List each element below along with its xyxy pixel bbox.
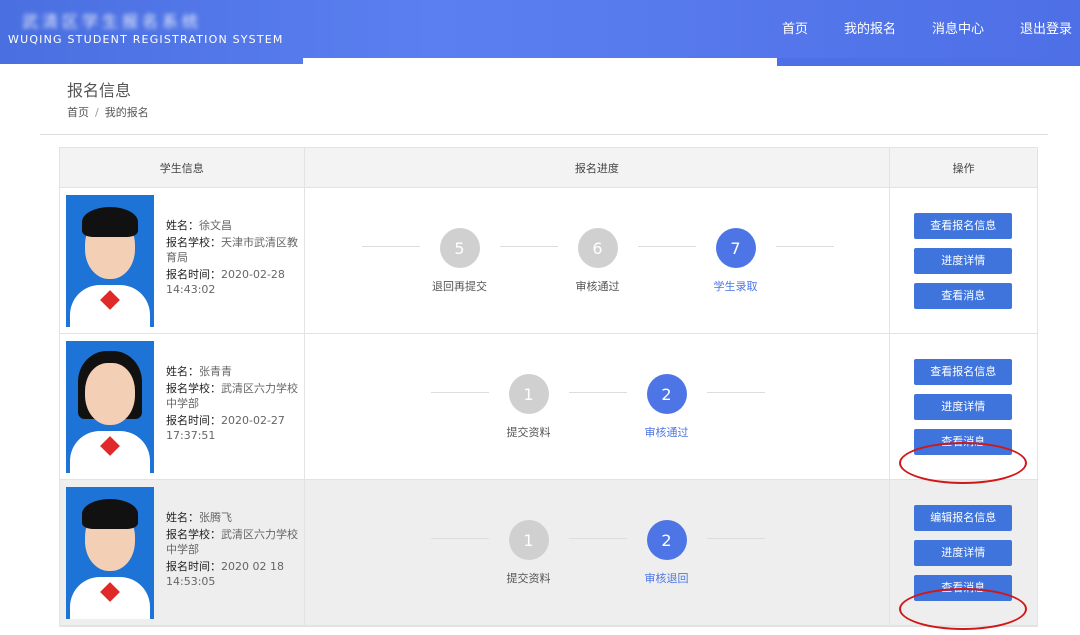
name-label: 姓名：: [166, 219, 199, 232]
nav-message-center[interactable]: 消息中心: [932, 18, 984, 37]
step-label: 审核退回: [644, 572, 689, 585]
student-info: 姓名：张腾飞 报名学校：武清区六力学校中学部 报名时间：2020 02 18 1…: [166, 510, 298, 591]
student-info-cell: 姓名：徐文昌 报名学校：天津市武清区教育局 报名时间：2020-02-28 14…: [60, 188, 305, 333]
step-label: 提交资料: [506, 572, 551, 585]
name-label: 姓名：: [166, 511, 199, 524]
step-number: 5: [439, 228, 480, 268]
time-label: 报名时间：: [166, 268, 221, 281]
breadcrumb-current: 我的报名: [104, 106, 149, 119]
page-title: 报名信息: [67, 81, 132, 100]
step-number: 1: [508, 374, 549, 414]
student-info-cell: 姓名：张腾飞 报名学校：武清区六力学校中学部 报名时间：2020 02 18 1…: [60, 480, 305, 625]
breadcrumb-home[interactable]: 首页: [67, 106, 89, 119]
table-row: 姓名：张腾飞 报名学校：武清区六力学校中学部 报名时间：2020 02 18 1…: [60, 480, 1037, 630]
view-messages-button[interactable]: 查看消息: [914, 283, 1013, 309]
header-strip: [777, 58, 1080, 66]
header-progress: 报名进度: [305, 148, 891, 187]
time-label: 报名时间：: [166, 560, 221, 573]
progress-steps: 5 退回再提交 6 审核通过 7 学生录取: [305, 228, 892, 298]
step-number: 2: [646, 374, 687, 414]
progress-details-button[interactable]: 进度详情: [914, 248, 1013, 274]
step-number: 1: [508, 520, 549, 560]
nav-logout[interactable]: 退出登录: [1020, 18, 1072, 37]
header-notch: [303, 58, 778, 66]
progress-step: 5 退回再提交: [410, 228, 510, 294]
view-registration-button[interactable]: 查看报名信息: [914, 359, 1013, 385]
step-label: 审核通过: [644, 426, 689, 439]
step-label: 审核通过: [575, 280, 620, 293]
time-label: 报名时间：: [166, 414, 221, 427]
student-info: 姓名：徐文昌 报名学校：天津市武清区教育局 报名时间：2020-02-28 14…: [166, 218, 298, 299]
student-info: 姓名：张青青 报名学校：武清区六力学校中学部 报名时间：2020-02-27 1…: [166, 364, 298, 445]
school-label: 报名学校：: [166, 382, 221, 395]
view-registration-button[interactable]: 查看报名信息: [914, 213, 1013, 239]
logo-text: 武清区学生报名系统: [22, 12, 203, 31]
student-name: 张青青: [199, 365, 232, 378]
step-number: 2: [646, 520, 687, 560]
progress-step: 2 审核通过: [617, 374, 717, 440]
header-actions: 操作: [952, 161, 975, 175]
school-label: 报名学校：: [166, 236, 221, 249]
student-photo: [66, 195, 154, 327]
progress-cell: 1 提交资料 2 审核退回: [305, 480, 891, 625]
progress-cell: 1 提交资料 2 审核通过: [305, 334, 891, 479]
progress-cell: 5 退回再提交 6 审核通过 7 学生录取: [305, 188, 891, 333]
progress-details-button[interactable]: 进度详情: [914, 540, 1013, 566]
system-name: WUQING STUDENT REGISTRATION SYSTEM: [8, 33, 284, 46]
step-number: 7: [715, 228, 756, 268]
breadcrumb: 首页 / 我的报名: [67, 104, 149, 120]
table-row: 姓名：张青青 报名学校：武清区六力学校中学部 报名时间：2020-02-27 1…: [60, 334, 1037, 484]
actions-cell: 查看报名信息 进度详情 查看消息: [890, 334, 1037, 484]
progress-details-button[interactable]: 进度详情: [914, 394, 1013, 420]
table-row: 姓名：徐文昌 报名学校：天津市武清区教育局 报名时间：2020-02-28 14…: [60, 188, 1037, 334]
progress-step: 1 提交资料: [479, 374, 579, 440]
student-photo: [66, 487, 154, 619]
step-label: 退回再提交: [432, 280, 487, 293]
student-name: 张腾飞: [199, 511, 232, 524]
progress-step: 7 学生录取: [686, 228, 786, 294]
step-label: 学生录取: [713, 280, 758, 293]
divider: [40, 134, 1048, 135]
progress-step: 6 审核通过: [548, 228, 648, 294]
actions-cell: 编辑报名信息 进度详情 查看消息: [890, 480, 1037, 630]
top-nav: 首页 我的报名 消息中心 退出登录: [746, 18, 1072, 37]
student-photo: [66, 341, 154, 473]
edit-registration-button[interactable]: 编辑报名信息: [914, 505, 1013, 531]
progress-step: 2 审核退回: [617, 520, 717, 586]
actions-cell: 查看报名信息 进度详情 查看消息: [890, 188, 1037, 333]
step-number: 6: [577, 228, 618, 268]
nav-my-registration[interactable]: 我的报名: [844, 18, 896, 37]
nav-home[interactable]: 首页: [782, 18, 808, 37]
student-name: 徐文昌: [199, 219, 232, 232]
progress-step: 1 提交资料: [479, 520, 579, 586]
view-messages-button[interactable]: 查看消息: [914, 429, 1013, 455]
progress-steps: 1 提交资料 2 审核通过: [305, 374, 892, 444]
progress-steps: 1 提交资料 2 审核退回: [305, 520, 892, 590]
name-label: 姓名：: [166, 365, 199, 378]
view-messages-button[interactable]: 查看消息: [914, 575, 1013, 601]
step-label: 提交资料: [506, 426, 551, 439]
table-header: 学生信息 报名进度 操作: [60, 148, 1037, 188]
breadcrumb-separator: /: [95, 106, 99, 119]
top-header: 武清区学生报名系统 WUQING STUDENT REGISTRATION SY…: [0, 0, 1080, 64]
header-student-info: 学生信息: [60, 148, 305, 187]
student-info-cell: 姓名：张青青 报名学校：武清区六力学校中学部 报名时间：2020-02-27 1…: [60, 334, 305, 479]
school-label: 报名学校：: [166, 528, 221, 541]
registration-table: 学生信息 报名进度 操作 姓名：徐文昌 报名学校：天津市武清区教育局 报名时间：…: [59, 147, 1038, 630]
